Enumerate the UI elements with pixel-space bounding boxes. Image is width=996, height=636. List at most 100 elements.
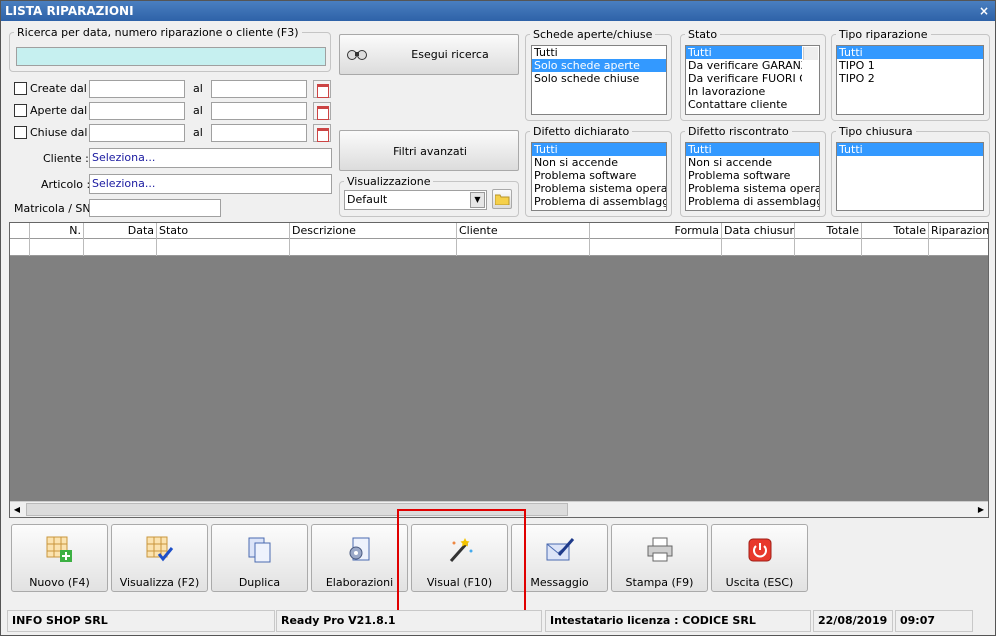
list-item[interactable]: Problema software: [686, 169, 819, 182]
view-button[interactable]: Visualizza (F2): [111, 524, 208, 592]
chevron-down-icon[interactable]: ▼: [470, 192, 485, 208]
scrollbar[interactable]: [803, 47, 818, 60]
list-item[interactable]: Contattare cliente: [686, 98, 819, 111]
matricola-label: Matricola / SN:: [14, 202, 95, 215]
difetto-dichiarato-legend: Difetto dichiarato: [533, 125, 630, 138]
closed-al-label: al: [193, 126, 203, 139]
tipo-chiusura-legend: Tipo chiusura: [839, 125, 913, 138]
opened-checkbox[interactable]: [14, 104, 27, 117]
closed-from-field[interactable]: [89, 124, 185, 142]
main-window: LISTA RIPARAZIONI × Ricerca per data, nu…: [0, 0, 996, 636]
duplicate-button-label: Duplica: [238, 576, 281, 589]
advanced-filters-label: Filtri avanzati: [393, 145, 467, 158]
column-header[interactable]: Formula: [590, 223, 722, 239]
gear-document-icon: [349, 537, 370, 561]
created-al-label: al: [193, 82, 203, 95]
status-company: INFO SHOP SRL: [7, 610, 275, 632]
folder-button[interactable]: [492, 189, 512, 209]
calendar-icon[interactable]: [313, 80, 331, 98]
stato-list[interactable]: Tutti Da verificare GARANZIA Da verifica…: [685, 45, 820, 115]
tipo-chiusura-list[interactable]: Tutti: [836, 142, 984, 211]
list-item[interactable]: Non si accende: [532, 156, 666, 169]
search-legend: Ricerca per data, numero riparazione o c…: [17, 26, 299, 39]
list-item[interactable]: In lavorazione: [686, 85, 819, 98]
column-header[interactable]: Descrizione: [290, 223, 457, 239]
schede-legend: Schede aperte/chiuse: [533, 28, 653, 41]
calendar-icon[interactable]: [313, 102, 331, 120]
cliente-label: Cliente :: [43, 152, 89, 165]
articolo-field[interactable]: Seleziona...: [89, 174, 332, 194]
articolo-label: Articolo :: [41, 178, 91, 191]
copy-icon: [248, 537, 271, 563]
processing-button[interactable]: Elaborazioni: [311, 524, 408, 592]
opened-to-field[interactable]: [211, 102, 307, 120]
list-item[interactable]: Tutti: [686, 46, 802, 59]
opened-from-field[interactable]: [89, 102, 185, 120]
search-button-label: Esegui ricerca: [411, 48, 489, 61]
list-item[interactable]: Solo schede chiuse: [532, 72, 666, 85]
closed-checkbox[interactable]: [14, 126, 27, 139]
advanced-filters-button[interactable]: Filtri avanzati: [339, 130, 519, 171]
list-item[interactable]: Problema di assemblaggio: [686, 195, 819, 208]
search-input[interactable]: [16, 47, 326, 66]
scroll-right-icon[interactable]: ▶: [974, 502, 988, 517]
list-item[interactable]: Problema di assemblaggio: [532, 195, 666, 208]
tipo-riparazione-list[interactable]: Tutti TIPO 1 TIPO 2: [836, 45, 984, 115]
calendar-icon[interactable]: [313, 124, 331, 142]
column-header[interactable]: Data chiusura: [722, 223, 795, 239]
print-button[interactable]: Stampa (F9): [611, 524, 708, 592]
folder-icon: [495, 194, 510, 205]
column-header[interactable]: Riparazione: [929, 223, 988, 239]
created-to-field[interactable]: [211, 80, 307, 98]
list-item[interactable]: TIPO 1: [837, 59, 983, 72]
cliente-field[interactable]: Seleziona...: [89, 148, 332, 168]
list-item[interactable]: Da verificare FUORI GA: [686, 72, 802, 85]
difetto-riscontrato-legend: Difetto riscontrato: [688, 125, 789, 138]
status-license: Intestatario licenza : CODICE SRL: [545, 610, 811, 632]
column-header[interactable]: Stato: [157, 223, 290, 239]
results-grid[interactable]: N. Data Stato Descrizione Cliente Formul…: [9, 222, 989, 518]
list-item[interactable]: Tutti: [532, 143, 666, 156]
envelope-pen-icon: [546, 538, 575, 561]
status-time: 09:07: [895, 610, 973, 632]
window-title: LISTA RIPARAZIONI: [5, 4, 134, 18]
list-item[interactable]: Tutti: [686, 143, 819, 156]
created-checkbox[interactable]: [14, 82, 27, 95]
exit-button[interactable]: Uscita (ESC): [711, 524, 808, 592]
message-button-label: Messaggio: [530, 576, 589, 589]
created-from-field[interactable]: [89, 80, 185, 98]
list-item[interactable]: Problema sistema operativo: [532, 182, 666, 195]
close-icon[interactable]: ×: [979, 1, 989, 21]
closed-label: Chiuse dal: [30, 126, 88, 139]
visual-select[interactable]: Default ▼: [344, 190, 487, 210]
stato-legend: Stato: [688, 28, 718, 41]
column-header[interactable]: N.: [30, 223, 84, 239]
column-header[interactable]: Cliente: [457, 223, 590, 239]
list-item[interactable]: Solo schede aperte: [532, 59, 666, 72]
list-item[interactable]: Tutti: [837, 46, 983, 59]
search-button[interactable]: Esegui ricerca: [339, 34, 519, 75]
grid-corner: [10, 223, 30, 239]
list-item[interactable]: Problema sistema operativo: [686, 182, 819, 195]
opened-al-label: al: [193, 104, 203, 117]
column-header[interactable]: Data: [84, 223, 157, 239]
binoculars-icon: [347, 50, 367, 60]
column-header[interactable]: Totale: [862, 223, 929, 239]
closed-to-field[interactable]: [211, 124, 307, 142]
list-item[interactable]: Non si accende: [686, 156, 819, 169]
matricola-field[interactable]: [89, 199, 221, 217]
column-header[interactable]: Totale: [795, 223, 862, 239]
schede-list[interactable]: Tutti Solo schede aperte Solo schede chi…: [531, 45, 667, 115]
duplicate-button[interactable]: Duplica: [211, 524, 308, 592]
list-item[interactable]: Tutti: [532, 46, 666, 59]
list-item[interactable]: Tutti: [837, 143, 983, 156]
table-row[interactable]: [10, 239, 988, 256]
scroll-left-icon[interactable]: ◀: [10, 502, 24, 517]
new-button[interactable]: Nuovo (F4): [11, 524, 108, 592]
list-item[interactable]: Problema software: [532, 169, 666, 182]
visual-select-value: Default: [347, 193, 388, 206]
list-item[interactable]: Da verificare GARANZIA: [686, 59, 802, 72]
difetto-riscontrato-list[interactable]: Tutti Non si accende Problema software P…: [685, 142, 820, 211]
difetto-dichiarato-list[interactable]: Tutti Non si accende Problema software P…: [531, 142, 667, 211]
list-item[interactable]: TIPO 2: [837, 72, 983, 85]
